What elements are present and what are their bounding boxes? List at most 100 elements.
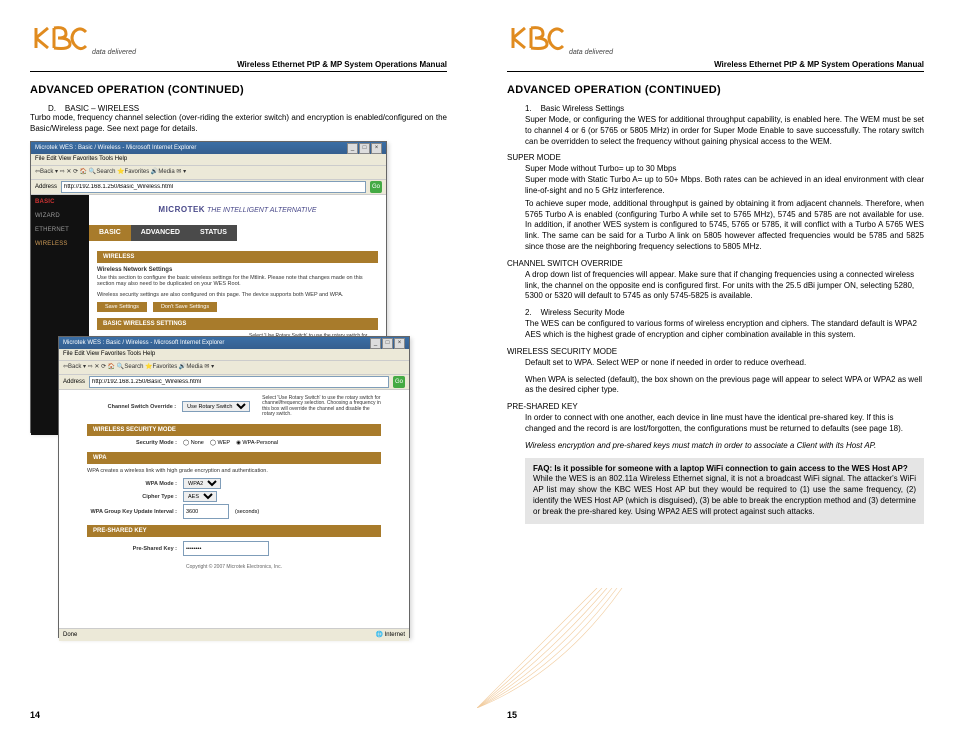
tab-status[interactable]: STATUS (190, 225, 237, 241)
ie-toolbar[interactable]: ⇦Back ▾ ⇨ ✕ ⟳ 🏠 🔍Search ⭐Favorites 🔊Medi… (31, 166, 386, 180)
status-net: 🌐 Internet (376, 629, 406, 641)
page-number-15: 15 (507, 710, 517, 720)
wireless-text1: Use this section to configure the basic … (97, 275, 378, 288)
cipher-select[interactable]: AES (183, 491, 217, 502)
gku-input[interactable] (183, 504, 229, 519)
cso-head: CHANNEL SWITCH OVERRIDE (507, 259, 924, 268)
doc-header: Wireless Ethernet PtP & MP System Operat… (507, 60, 924, 72)
ie-title-text: Microtek WES : Basic / Wireless - Micros… (35, 142, 196, 154)
max-icon[interactable]: □ (359, 143, 370, 154)
kbc-logo (507, 24, 567, 58)
save-button[interactable]: Save Settings (97, 302, 147, 312)
ie-titlebar-2: Microtek WES : Basic / Wireless - Micros… (59, 337, 409, 349)
address-input[interactable] (61, 181, 366, 193)
psk-panel-head: PRE-SHARED KEY (87, 525, 381, 537)
ie-menubar[interactable]: File Edit View Favorites Tools Help (31, 154, 386, 166)
wsm-panel-head: WIRELESS SECURITY MODE (87, 424, 381, 436)
wpa-mode-select[interactable]: WPA2 (183, 478, 221, 489)
sidebar-wireless[interactable]: WIRELESS (31, 237, 89, 251)
sm-body: To achieve super mode, additional throug… (525, 199, 924, 253)
cso-select-2[interactable]: Use Rotary Switch (182, 401, 250, 412)
sidebar-basic[interactable]: BASIC (31, 195, 89, 209)
italic-note: Wireless encryption and pre-shared keys … (525, 441, 924, 452)
subsection-d: D. BASIC – WIRELESS (48, 104, 447, 113)
security-mode-label: Security Mode : (87, 440, 177, 446)
microtek-brand: MICROTEK THE INTELLIGENT ALTERNATIVE (89, 195, 386, 225)
sm-line2: Super mode with Static Turbo A= up to 50… (525, 175, 924, 197)
ie-window-bottom: Microtek WES : Basic / Wireless - Micros… (58, 336, 410, 638)
gku-label: WPA Group Key Update Interval : (87, 509, 177, 515)
tab-basic[interactable]: BASIC (89, 225, 131, 241)
cso-body: A drop down list of frequencies will app… (525, 270, 924, 302)
cso-label-2: Channel Switch Override : (87, 404, 176, 410)
address-label: Address (35, 184, 57, 190)
psk-label: Pre-Shared Key : (87, 546, 177, 552)
go-button[interactable]: Go (370, 181, 382, 193)
item1-body: Super Mode, or configuring the WES for a… (525, 115, 924, 147)
faq-answer: While the WES is an 802.11a Wireless Eth… (533, 474, 916, 515)
header-right: data delivered (507, 18, 924, 58)
item-2: 2. Wireless Security Mode (525, 308, 924, 317)
close-icon[interactable]: × (394, 338, 405, 349)
address-label-2: Address (63, 379, 85, 385)
max-icon[interactable]: □ (382, 338, 393, 349)
sidebar-wizard[interactable]: WIZARD (31, 209, 89, 223)
wsm-body: Default set to WPA. Select WEP or none i… (525, 358, 924, 369)
psk-input[interactable] (183, 541, 269, 556)
address-input-2[interactable] (89, 376, 389, 388)
page-14: data delivered Wireless Ethernet PtP & M… (0, 0, 477, 738)
sub-label: BASIC – WIRELESS (65, 104, 139, 113)
dont-save-button[interactable]: Don't Save Settings (153, 302, 217, 312)
tagline: data delivered (92, 49, 136, 56)
psk-head: PRE-SHARED KEY (507, 402, 924, 411)
min-icon[interactable]: _ (370, 338, 381, 349)
wpa-body: When WPA is selected (default), the box … (525, 375, 924, 397)
ie-menubar-2[interactable]: File Edit View Favorites Tools Help (59, 349, 409, 361)
item2-body: The WES can be configured to various for… (525, 319, 924, 341)
faq-box: FAQ: Is it possible for someone with a l… (525, 458, 924, 524)
sidebar-ethernet[interactable]: ETHERNET (31, 223, 89, 237)
ie-addressbar-2: Address Go (59, 375, 409, 390)
window-buttons-2: _□× (369, 337, 405, 349)
wsm-head: WIRELESS SECURITY MODE (507, 347, 924, 356)
wpa-mode-label: WPA Mode : (87, 481, 177, 487)
gku-unit: (seconds) (235, 509, 259, 515)
copyright: Copyright © 2007 Microtek Electronics, I… (87, 564, 381, 570)
bws-panel-head: BASIC WIRELESS SETTINGS (97, 318, 378, 330)
config-content-2: Channel Switch Override : Use Rotary Swi… (59, 390, 409, 628)
ie-toolbar-2[interactable]: ⇦Back ▾ ⇨ ✕ ⟳ 🏠 🔍Search ⭐Favorites 🔊Medi… (59, 361, 409, 375)
wpa-panel-text: WPA creates a wireless link with high gr… (87, 468, 381, 475)
swoosh-graphic (477, 588, 637, 708)
sec-radio-wpa[interactable]: ◉ WPA-Personal (236, 440, 278, 446)
intro-text: Turbo mode, frequency channel selection … (30, 113, 447, 135)
ie-addressbar: Address Go (31, 180, 386, 195)
config-tabs: BASIC ADVANCED STATUS (89, 225, 386, 241)
section-title: ADVANCED OPERATION (CONTINUED) (507, 84, 924, 96)
ie-title-text-2: Microtek WES : Basic / Wireless - Micros… (63, 337, 224, 349)
sec-radio-none[interactable]: ◯ None (183, 440, 204, 446)
faq-question: FAQ: Is it possible for someone with a l… (533, 464, 908, 473)
wpa-panel-head: WPA (87, 452, 381, 464)
close-icon[interactable]: × (371, 143, 382, 154)
page-number-14: 14 (30, 710, 40, 720)
sec-radio-wep[interactable]: ◯ WEP (210, 440, 230, 446)
ie-statusbar: Done 🌐 Internet (59, 628, 409, 641)
cipher-label: Cipher Type : (87, 494, 177, 500)
sm-line1: Super Mode without Turbo= up to 30 Mbps (525, 164, 924, 175)
go-button-2[interactable]: Go (393, 376, 405, 388)
super-mode-head: SUPER MODE (507, 153, 924, 162)
kbc-logo (30, 24, 90, 58)
tab-advanced[interactable]: ADVANCED (131, 225, 190, 241)
ie-titlebar: Microtek WES : Basic / Wireless - Micros… (31, 142, 386, 154)
page-15: data delivered Wireless Ethernet PtP & M… (477, 0, 954, 738)
doc-header: Wireless Ethernet PtP & MP System Operat… (30, 60, 447, 72)
window-buttons: _□× (346, 142, 382, 154)
sub-letter: D. (48, 104, 56, 113)
min-icon[interactable]: _ (347, 143, 358, 154)
section-title: ADVANCED OPERATION (CONTINUED) (30, 84, 447, 96)
cso-note: Select 'Use Rotary Switch' to use the ro… (262, 396, 381, 418)
wireless-panel-head: WIRELESS (97, 251, 378, 263)
item-1: 1. Basic Wireless Settings (525, 104, 924, 113)
wireless-panel-sub: Wireless Network Settings (97, 267, 378, 273)
status-done: Done (63, 629, 77, 641)
